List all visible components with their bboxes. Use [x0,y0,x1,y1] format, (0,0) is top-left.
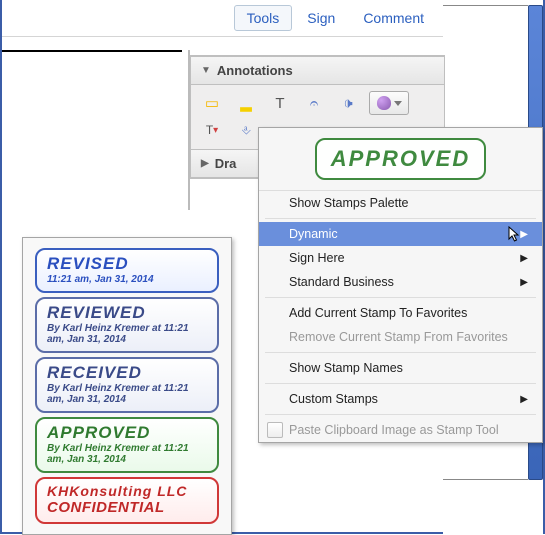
drawing-label: Dra [215,156,237,171]
stamp-revised[interactable]: REVISED 11:21 am, Jan 31, 2014 [35,248,219,293]
stamp-received[interactable]: RECEIVED By Karl Heinz Kremer at 11:21 a… [35,357,219,413]
stamp-approved[interactable]: APPROVED By Karl Heinz Kremer at 11:21 a… [35,417,219,473]
menu-paste-clipboard: Paste Clipboard Image as Stamp Tool [259,418,542,442]
submenu-arrow-icon: ▶ [520,394,528,405]
stamp-subtitle: By Karl Heinz Kremer at 11:21 am, Jan 31… [47,383,207,405]
stamp-title: RECEIVED [47,363,207,383]
attach-tool[interactable]: 𝄐 [301,92,327,114]
menu-separator [265,297,536,298]
stamp-subtitle: 11:21 am, Jan 31, 2014 [47,274,207,285]
highlight-tool[interactable]: ▂ [233,92,259,114]
chevron-down-icon [394,101,402,106]
annotations-header[interactable]: ▼ Annotations [191,56,444,85]
menu-remove-favorite: Remove Current Stamp From Favorites [259,325,542,349]
submenu-arrow-icon: ▶ [520,253,528,264]
toolbar-divider [2,36,443,37]
stamp-preview-area: APPROVED [259,128,542,191]
document-top-rule [2,50,182,52]
menu-separator [265,218,536,219]
stamp-confidential[interactable]: KHKonsulting LLC CONFIDENTIAL [35,477,219,524]
replace-text-tool[interactable]: ⎀ [233,119,259,141]
tool-row-1: ▭ ▂ T 𝄐 🕩 [199,91,436,115]
sticky-note-tool[interactable]: ▭ [199,92,225,114]
stamp-subtitle: By Karl Heinz Kremer at 11:21 am, Jan 31… [47,443,207,465]
menu-add-favorite[interactable]: Add Current Stamp To Favorites [259,301,542,325]
menu-custom-stamps[interactable]: Custom Stamps▶ [259,387,542,411]
stamp-line2: CONFIDENTIAL [47,499,207,516]
approved-stamp-preview: APPROVED [315,138,486,180]
stamp-title: APPROVED [47,423,207,443]
stamp-title: REVISED [47,254,207,274]
menu-dynamic-label: Dynamic [289,227,338,241]
sound-tool[interactable]: 🕩 [335,92,361,114]
submenu-arrow-icon: ▶ [520,277,528,288]
menu-separator [265,383,536,384]
text-tool[interactable]: T [267,92,293,114]
stamp-tool-dropdown[interactable] [369,91,409,115]
dynamic-stamps-submenu: REVISED 11:21 am, Jan 31, 2014 REVIEWED … [22,237,232,535]
stamp-context-menu: APPROVED Show Stamps Palette Dynamic ▶ S… [258,127,543,443]
sign-tab[interactable]: Sign [294,5,348,31]
menu-show-palette[interactable]: Show Stamps Palette [259,191,542,215]
menu-sign-here[interactable]: Sign Here▶ [259,246,542,270]
menu-separator [265,352,536,353]
cursor-icon [508,226,522,244]
menu-standard-business[interactable]: Standard Business▶ [259,270,542,294]
stamp-line1: KHKonsulting LLC [47,483,207,499]
menu-show-names[interactable]: Show Stamp Names [259,356,542,380]
menu-separator [265,414,536,415]
collapse-icon: ▼ [201,65,211,76]
menu-dynamic[interactable]: Dynamic ▶ [259,222,542,246]
expand-icon: ▶ [201,158,209,169]
top-toolbar: Tools Sign Comment [228,0,443,36]
text-annot-tool[interactable]: T▾ [199,119,225,141]
tools-tab[interactable]: Tools [234,5,293,31]
comment-tab[interactable]: Comment [350,5,437,31]
stamp-title: REVIEWED [47,303,207,323]
stamp-subtitle: By Karl Heinz Kremer at 11:21 am, Jan 31… [47,323,207,345]
stamp-reviewed[interactable]: REVIEWED By Karl Heinz Kremer at 11:21 a… [35,297,219,353]
annotations-label: Annotations [217,63,293,78]
stamp-icon [377,96,391,110]
